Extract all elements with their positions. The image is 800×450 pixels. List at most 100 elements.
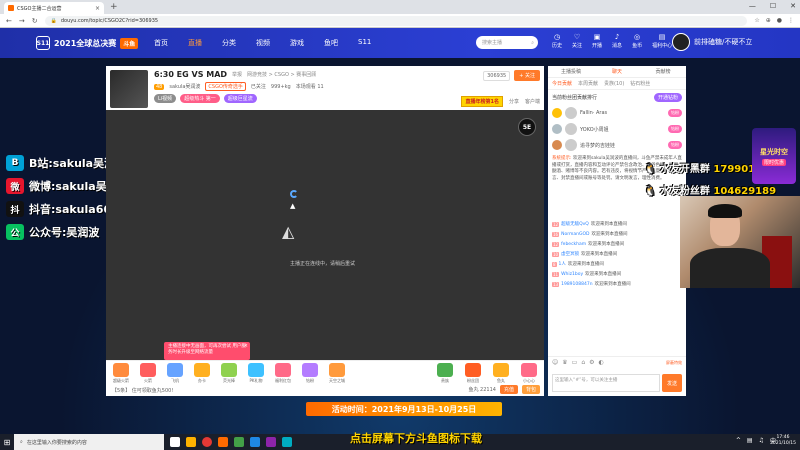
nav-live[interactable]: 直播 [188,38,202,48]
promo-close-icon[interactable]: × [244,343,248,349]
tab-today[interactable]: 今日贡献 [552,80,572,87]
gift-item[interactable]: 粉丝团 [462,363,484,384]
nav-home[interactable]: 首页 [154,38,168,48]
emoji-icon[interactable]: ☺ [552,359,558,366]
close-window-button[interactable]: ✕ [790,2,796,10]
tab-noble[interactable]: 贵族(10) [604,80,624,87]
chat-username[interactable]: 1989108847n [561,282,592,287]
chat-username[interactable]: 1人 [559,261,566,267]
star-icon[interactable]: ☆ [754,17,759,24]
chat-input[interactable]: 这里输入“#”号，可以关注主播 [552,374,660,392]
gift-item[interactable]: 超级火箭 [110,363,132,384]
fans-icon[interactable]: ♛ [562,359,567,366]
tab-streamer-posts[interactable]: 主播投稿 [548,66,594,77]
history-button[interactable]: ◷ 历史 [552,33,562,49]
stream-tag[interactable]: 超级热斗 第一 [180,94,220,103]
user-menu[interactable]: 前排磕糖/不硬不立 [672,33,752,51]
new-tab-button[interactable]: + [110,2,118,12]
profile-icon[interactable]: ● [777,17,782,24]
reload-button[interactable]: ↻ [32,17,38,25]
fish-ball-task[interactable]: 【5条】 住可领取鱼丸500! [112,387,173,394]
chat-username[interactable]: 超级无敌QvQ [561,221,589,227]
site-logo[interactable]: S11 2021全球总决赛 斗鱼 [36,36,142,50]
welfare-button[interactable]: ▤ 福利中心 [652,33,672,49]
forward-button[interactable]: → [19,17,25,25]
extensions-icon[interactable]: ⊕ [766,17,771,24]
nav-game[interactable]: 游戏 [290,38,304,48]
coins-button[interactable]: ◎ 鱼币 [632,33,642,49]
tab-contribution[interactable]: 贡献榜 [640,66,686,77]
start-stream-button[interactable]: ▣ 开播 [592,33,602,49]
chat-username[interactable]: 虚空冥锁 [561,251,579,257]
volume-icon[interactable]: ♫ [759,437,764,444]
rank-row[interactable]: 追寻梦的吉娃娃 钻粉 [548,137,686,153]
tab-week[interactable]: 本周贡献 [578,80,598,87]
gift-item[interactable]: 火箭 [137,363,159,384]
gift-item[interactable]: 天空之城 [326,363,348,384]
chrome-icon[interactable] [202,437,212,447]
barrage-icon[interactable]: ▭ [572,359,578,366]
bag-button[interactable]: 背包 [521,385,540,394]
minimize-button[interactable]: — [749,2,756,10]
taskbar-search[interactable]: ⌕ 在这里输入你要搜索的内容 [14,434,164,450]
stream-tag[interactable]: Li视频 [154,94,177,103]
client-button[interactable]: 客户端 [525,98,540,105]
send-button[interactable]: 发送 [662,374,682,392]
report-link[interactable]: 举报 [232,71,242,78]
follow-list-button[interactable]: ♡ 关注 [572,33,582,49]
app-icon[interactable] [250,437,260,447]
open-diamond-button[interactable]: 开通钻粉 [653,93,682,102]
rank-row[interactable]: Fallin· Aras 钻粉 [548,105,686,121]
app-icon[interactable] [282,437,292,447]
site-search-input[interactable]: 搜索主播 ⌕ [476,36,538,49]
rank-row[interactable]: YOKO小周姐 钻粉 [548,121,686,137]
gift-item[interactable]: 鱼丸 [490,363,512,384]
settings-icon[interactable]: ⚙ [589,359,594,366]
share-button[interactable]: 分享 [509,98,519,105]
chat-filter-icon[interactable]: ◐ [599,359,604,366]
user-avatar[interactable] [672,33,690,51]
block-effects-toggle[interactable]: 屏蔽特效 [666,360,682,366]
taskbar-clock[interactable]: 17:46 2021/10/15 [770,435,796,447]
close-tab-icon[interactable]: × [95,5,100,12]
promo-toast[interactable]: 主播连接中无画面，可再次尝试 用户服务时长升级至网络流量 × [164,342,250,360]
chat-username[interactable]: Whiz1boy [561,272,583,277]
stream-tag[interactable]: 超级巨星流 [223,94,257,103]
nav-video[interactable]: 视频 [256,38,270,48]
gift-item[interactable]: 荧光棒 [218,363,240,384]
network-icon[interactable]: ▤ [747,437,753,444]
side-promo-banner[interactable]: 星光时空 限时优惠 [752,128,796,184]
gift-item[interactable]: 飞机 [164,363,186,384]
url-field[interactable]: 🔒 douyu.com/topic/CSGO2C?rid=306935 [44,15,748,26]
streamer-name[interactable]: sakula吴润波 [169,83,200,90]
messages-button[interactable]: ♪ 消息 [612,33,622,49]
up-arrow-icon[interactable]: ^ [736,437,741,444]
chat-username[interactable]: NormanGOD [561,232,589,237]
gift-item[interactable]: 钻粉 [299,363,321,384]
nav-fishbar[interactable]: 鱼吧 [324,38,338,48]
app-icon[interactable] [266,437,276,447]
gift-item[interactable]: PK礼物 [245,363,267,384]
gift-item[interactable]: 办卡 [191,363,213,384]
activity-banner[interactable]: 活动时间：2021年9月13日-10月25日 [306,402,502,416]
annual-rank-badge[interactable]: 直播年榜第1名 [461,96,503,107]
gift-icon[interactable]: ⌂ [581,359,585,366]
back-button[interactable]: ← [6,17,12,25]
nav-s11[interactable]: S11 [358,38,371,48]
browser-tab[interactable]: CSGO主播二合运营 × [4,2,104,14]
app-icon[interactable] [234,437,244,447]
douyu-app-icon[interactable] [218,437,228,447]
streamer-avatar[interactable] [110,70,148,108]
maximize-button[interactable]: ☐ [770,2,776,10]
task-view-icon[interactable] [170,437,180,447]
tab-diamond[interactable]: 钻石粉丝 [630,80,650,87]
follow-button[interactable]: + 关注 [514,70,540,81]
gift-item[interactable]: 贵族 [434,363,456,384]
search-icon[interactable]: ⌕ [531,40,534,46]
charge-button[interactable]: 充值 [499,385,518,394]
gift-item[interactable]: 小心心 [518,363,540,384]
chat-username[interactable]: febeckham [561,242,586,247]
tab-chat[interactable]: 聊天 [594,66,640,77]
gift-item[interactable]: 福利红包 [272,363,294,384]
menu-icon[interactable]: ⋮ [788,17,794,24]
